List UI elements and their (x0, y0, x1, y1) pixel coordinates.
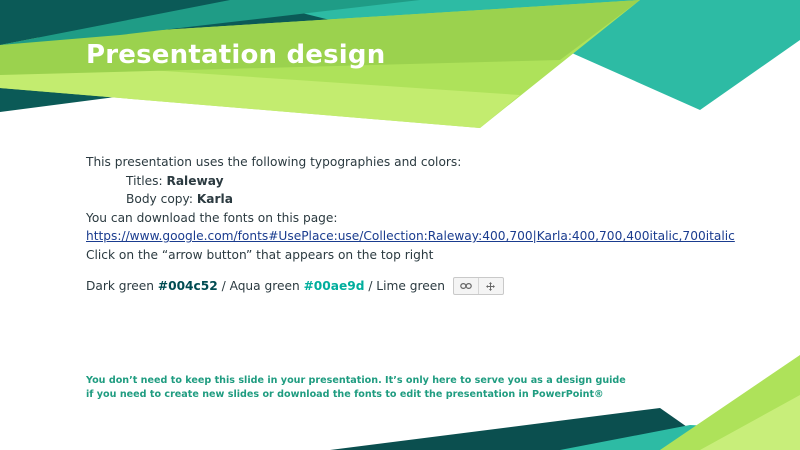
footnote-line-2: if you need to create new slides or down… (86, 389, 604, 400)
titles-font: Raleway (166, 173, 224, 188)
body-copy-line: Body copy: Karla (86, 190, 766, 209)
color-line: Dark green #004c52 / Aqua green #00ae9d … (86, 277, 766, 296)
lime-green-label: / Lime green (364, 278, 445, 293)
dark-green-hex: #004c52 (157, 278, 218, 293)
download-text: You can download the fonts on this page: (86, 210, 338, 225)
titles-line: Titles: Raleway (86, 172, 766, 191)
footnote: You don’t need to keep this slide in you… (86, 374, 626, 402)
body-copy-font: Karla (196, 192, 233, 207)
arrow-instruction: Click on the “arrow button” that appears… (86, 247, 434, 262)
dark-green-label: Dark green (86, 278, 158, 293)
footnote-line-1: You don’t need to keep this slide in you… (86, 375, 626, 386)
link-icon[interactable] (454, 278, 478, 294)
mini-toolbar (452, 277, 504, 296)
slide-title: Presentation design (86, 40, 386, 70)
aqua-green-hex: #00ae9d (303, 278, 365, 293)
titles-label: Titles: (126, 173, 167, 188)
fonts-link[interactable]: https://www.google.com/fonts#UsePlace:us… (86, 229, 735, 243)
body-copy-label: Body copy: (126, 192, 197, 207)
slide: Presentation design This presentation us… (0, 0, 800, 450)
move-icon[interactable] (477, 278, 503, 295)
intro-text: This presentation uses the following typ… (86, 155, 462, 169)
slide-body: This presentation uses the following typ… (86, 153, 766, 296)
aqua-green-label: / Aqua green (217, 278, 304, 293)
